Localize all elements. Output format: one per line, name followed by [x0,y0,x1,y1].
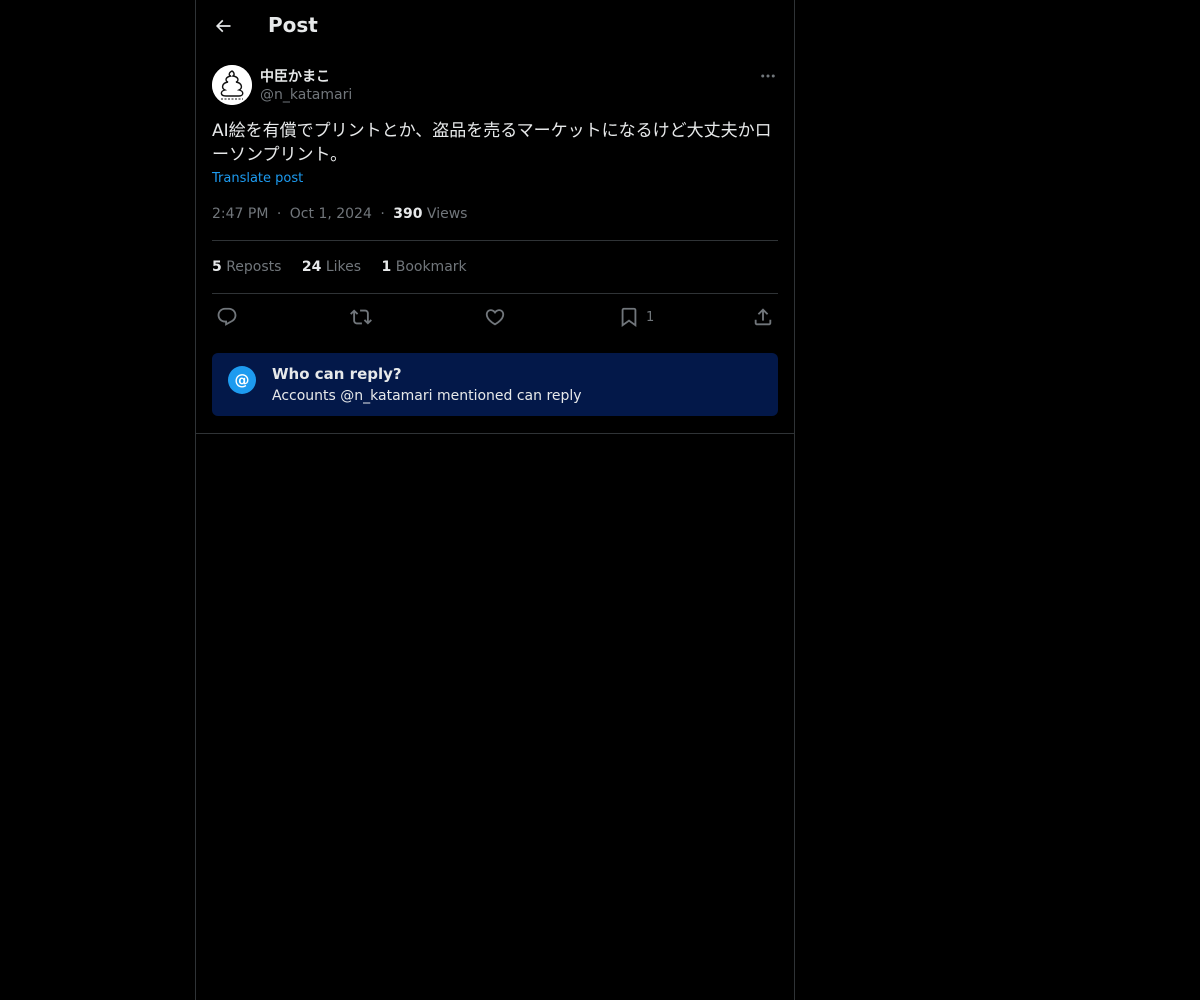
like-button[interactable] [484,305,506,329]
back-button[interactable] [208,11,238,41]
author-name[interactable]: 中臣かまこ [260,66,330,86]
bookmark-button[interactable]: 1 [618,305,654,329]
views-label: Views [426,206,468,222]
main-column: Post 中臣かまこ @n_katamari AI絵を有償でプリントとか、盗品を… [195,0,795,1000]
at-sign-icon: @ [228,366,256,394]
post-date[interactable]: Oct 1, 2024 [290,206,372,222]
reply-restriction-title: Who can reply? [272,365,402,383]
bookmark-icon [621,307,637,328]
meta-separator: · [380,206,385,222]
post-text: AI絵を有償でプリントとか、盗品を売るマーケットになるけど大丈夫かローソンプリン… [212,121,772,165]
arrow-left-icon [215,19,231,33]
reply-icon [217,307,237,326]
divider [212,293,778,294]
divider [212,240,778,241]
share-button[interactable] [752,305,774,329]
avatar-image [212,65,252,105]
translate-post-link[interactable]: Translate post [212,171,303,186]
likes-stat[interactable]: 24 Likes [302,259,361,275]
heart-icon [485,309,505,326]
reposts-label: Reposts [226,259,282,275]
action-bar: 1 [212,305,778,329]
reposts-count: 5 [212,259,222,275]
author-handle[interactable]: @n_katamari [260,87,352,103]
bookmarks-stat[interactable]: 1 Bookmark [382,259,467,275]
more-options-button[interactable] [758,66,778,86]
page-header: Post [196,0,794,53]
reply-restriction-notice: @ Who can reply? Accounts @n_katamari me… [212,353,778,416]
section-divider [196,433,794,434]
bookmarks-label: Bookmark [395,259,467,275]
meta-separator: · [276,206,282,222]
likes-count: 24 [301,259,322,275]
bookmarks-count: 1 [381,259,392,275]
avatar[interactable] [212,65,252,105]
repost-button[interactable] [350,305,372,329]
bookmark-count: 1 [646,309,655,325]
repost-icon [350,309,372,325]
reply-button[interactable] [216,305,238,329]
post-time[interactable]: 2:47 PM [212,206,268,222]
likes-label: Likes [325,259,362,275]
more-dots-icon [761,74,775,78]
share-icon [754,308,772,326]
post-meta: 2:47 PM · Oct 1, 2024 · 390 Views [212,206,467,222]
reposts-stat[interactable]: 5 Reposts [212,259,281,275]
reply-restriction-subtitle: Accounts @n_katamari mentioned can reply [272,388,582,404]
engagement-stats: 5 Reposts 24 Likes 1 Bookmark [212,259,483,275]
views-count: 390 [393,206,423,222]
page-title: Post [268,13,318,37]
